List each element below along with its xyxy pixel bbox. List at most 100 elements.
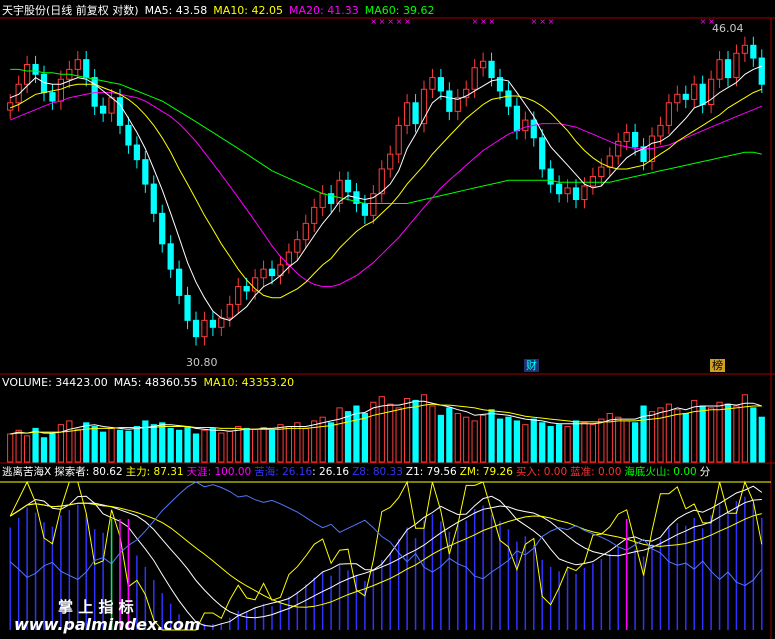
volume-bar [361,412,369,463]
candle-body [302,222,309,241]
volume-bar [615,416,622,463]
volume-bar [479,414,487,463]
volume-bar [184,426,191,463]
volume-bar [640,405,647,463]
candle-body [91,77,98,107]
volume-bar [327,422,335,463]
candle-body [623,131,630,142]
candle-body [142,159,149,185]
volume-bar [251,428,259,463]
volume-bar [40,437,48,463]
candle-body [159,212,166,245]
signal-marker: × [379,17,386,26]
signal-marker: × [472,17,479,26]
volume-bar [277,424,284,463]
signal-marker: × [489,17,496,26]
candle-body [513,105,521,132]
volume-header: VOLUME: 34423.00 MA5: 48360.55 MA10: 43353… [2,376,300,389]
tianya-readout: 天涯: 100.00 [186,466,252,478]
kuhai-readout: 苦海: 26.16 [254,466,313,478]
volume-bar [370,401,377,463]
kuhai-line [9,481,763,587]
volume-bar [91,426,98,463]
signal-marker: × [548,17,555,26]
volume-bar [150,424,157,463]
signal-marker: × [396,17,403,26]
volume-bar [57,424,65,463]
volume-bar [454,412,461,463]
volume-bar [691,399,698,463]
candle-body [7,102,14,111]
volume-bar [699,405,706,463]
volume-bar [707,407,715,463]
volume-bar [209,427,217,463]
volume-bar [243,427,250,463]
candle-body [57,78,65,102]
volume-bar [682,412,689,463]
volume-bar [260,426,267,463]
volume-bar [505,416,512,463]
candle-body [260,268,267,279]
volume-bar [623,420,630,463]
volume-bar [302,427,309,463]
volume-bar [716,401,723,463]
volume-bar [429,405,436,463]
volume-bar [319,416,326,463]
volume-bar [572,420,580,463]
volume-bar [167,427,174,463]
signal-marker: × [404,17,411,26]
volume-bar [530,418,537,463]
candle-body [125,124,132,146]
candle-body [32,64,39,75]
signal-marker: × [700,17,707,26]
volume-bar [133,426,141,463]
volume-bar [268,429,276,463]
volume-bar [285,426,293,463]
ranking-badge[interactable]: 榜 [710,359,725,372]
volume-bar [488,409,495,463]
volume-bar [758,416,765,463]
candle-body [99,105,107,114]
fen-label: 分 [699,466,711,478]
ma60-readout: MA60: 39.62 [364,4,435,17]
ma5-readout: MA5: 43.58 [144,4,208,17]
candle-body [522,119,529,132]
volume-panel [7,394,765,463]
candle-body [184,294,191,321]
zm-readout: ZM: 79.26 [459,466,513,478]
finance-badge[interactable]: 财 [524,359,539,372]
candle-body [471,67,478,90]
volume-bar [547,426,554,463]
indicator-header: 逃离苦海X 探索者: 80.62 主力: 87.31 天涯: 100.00 苦海: 26… [2,466,710,479]
signal-marker: × [387,17,394,26]
volume-readout: VOLUME: 34423.00 [2,376,108,389]
volume-bar [750,407,757,463]
volume-bar [665,403,673,463]
volume-bar [412,399,419,463]
volume-bar [387,403,394,463]
volume-bar [581,422,588,463]
candle-body [175,268,183,296]
volume-bar [463,416,470,463]
candle-body [235,286,242,305]
candle-body [201,319,208,338]
chart-canvas: × × × × × × × × × × × × × [0,17,775,639]
candle-body [167,243,174,270]
volume-bar [99,431,107,463]
ma10-readout: MA10: 42.05 [213,4,284,17]
candle-body [370,193,377,216]
candle-body [665,102,673,126]
candle-body [716,59,723,80]
volume-bar [598,418,605,463]
volume-bar [674,409,681,463]
price-panel: × × × × × × × × × × × × × [7,17,765,346]
volume-bar [235,426,242,463]
signal-marker: × [480,17,487,26]
volume-bar [116,429,124,463]
vol-ma10-readout: MA10: 43353.20 [203,376,295,389]
candle-body [547,168,554,185]
candle-body [23,64,31,85]
z8-readout: Z8: 80.33 [352,466,403,478]
candle-body [209,319,217,328]
volume-bar [125,430,132,463]
